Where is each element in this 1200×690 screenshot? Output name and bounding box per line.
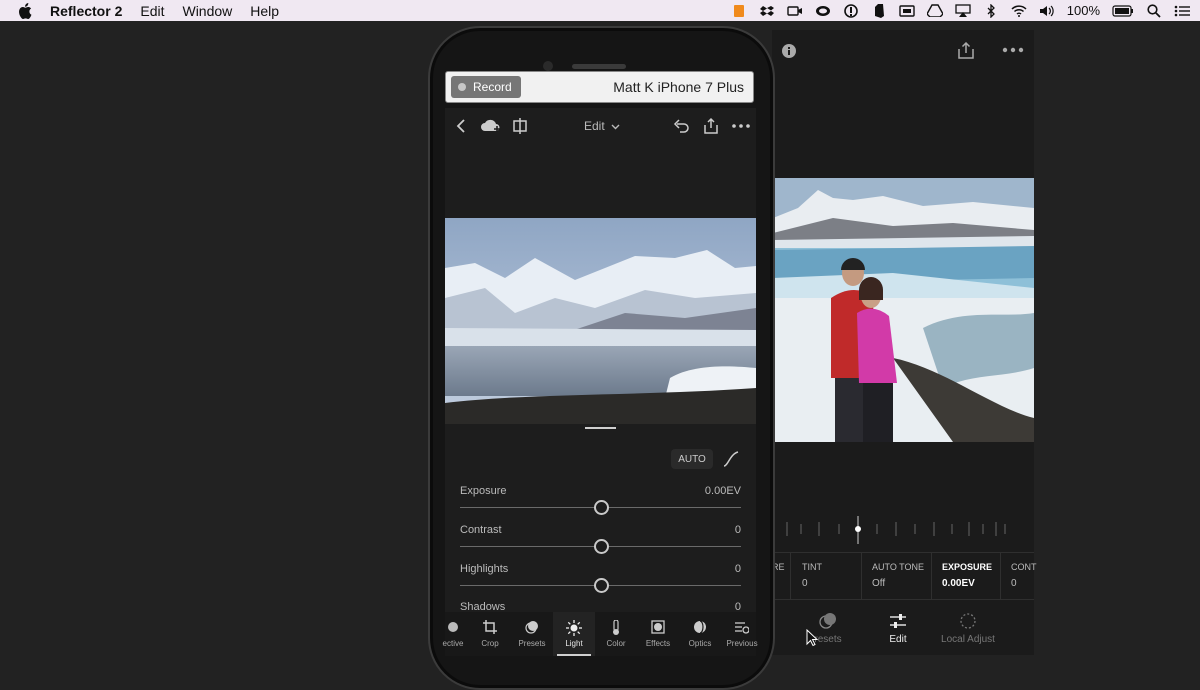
menu-bar: Reflector 2 Edit Window Help 100% <box>0 0 1200 21</box>
exposure-value: 0.00EV <box>704 485 741 497</box>
tab-light[interactable]: Light <box>553 612 595 656</box>
battery-icon[interactable] <box>1112 4 1134 18</box>
tab-edit[interactable]: Edit <box>863 612 933 645</box>
crop-icon <box>483 620 497 634</box>
record-button[interactable]: Record <box>451 76 521 98</box>
glacier-photo <box>773 178 1034 442</box>
tab-presets[interactable]: Presets <box>511 612 553 656</box>
exposure-knob[interactable] <box>593 500 609 515</box>
tab-effects[interactable]: Effects <box>637 612 679 656</box>
info-icon[interactable] <box>781 43 797 59</box>
tone-curve-icon[interactable] <box>722 450 740 468</box>
edit-mode-label: Edit <box>584 119 605 133</box>
highlights-value: 0 <box>734 563 741 575</box>
undo-icon[interactable] <box>672 117 690 135</box>
dropbox-icon[interactable] <box>759 4 775 18</box>
param-auto-tone[interactable]: AUTO TONE Off <box>862 553 932 599</box>
share-icon[interactable] <box>702 117 720 135</box>
reflector-status-icon[interactable] <box>731 4 747 18</box>
scrubber-knob <box>855 526 861 532</box>
info-circle-icon[interactable] <box>843 3 859 18</box>
airplay-icon[interactable] <box>955 4 971 18</box>
earpiece <box>572 64 626 69</box>
light-icon <box>566 620 582 636</box>
previous-icon <box>735 622 749 634</box>
auto-button[interactable]: AUTO <box>671 449 713 469</box>
status-tray: 100% <box>731 0 1190 21</box>
menu-window[interactable]: Window <box>182 3 232 19</box>
back-chevron-icon[interactable] <box>453 117 471 135</box>
evernote-icon[interactable] <box>871 3 887 18</box>
more-icon[interactable] <box>1002 47 1024 53</box>
exposure-scrubber[interactable] <box>784 516 1014 544</box>
presets-icon <box>525 621 538 634</box>
more-icon[interactable] <box>731 117 751 135</box>
spotlight-search-icon[interactable] <box>1146 3 1162 18</box>
chevron-down-icon <box>611 124 620 130</box>
video-camera-icon[interactable] <box>787 4 803 18</box>
exposure-label: Exposure <box>460 485 507 497</box>
apple-icon[interactable] <box>18 2 32 19</box>
tab-color[interactable]: Color <box>595 612 637 656</box>
mouse-cursor-icon <box>806 629 818 647</box>
contrast-value: 0 <box>734 524 741 536</box>
phone-bottom-tabbar: ective Crop Presets Light Color Effects … <box>443 612 758 656</box>
tab-local-adjust[interactable]: Local Adjust <box>933 612 1003 645</box>
record-label: Record <box>473 80 512 94</box>
panel-drag-handle[interactable] <box>585 427 616 429</box>
param-tint[interactable]: TINT 0 <box>792 553 862 599</box>
highlights-slider[interactable]: Highlights 0 <box>460 563 741 595</box>
presets-icon <box>819 613 836 629</box>
effects-icon <box>651 620 665 634</box>
edit-mode-dropdown[interactable]: Edit <box>584 119 620 133</box>
menu-edit[interactable]: Edit <box>140 3 164 19</box>
tab-optics[interactable]: Optics <box>679 612 721 656</box>
selective-icon <box>448 622 458 632</box>
compare-icon[interactable] <box>511 117 529 135</box>
contrast-knob[interactable] <box>593 539 609 554</box>
local-adjust-icon <box>960 613 976 629</box>
tab-edit-label: Edit <box>889 634 907 645</box>
volume-icon[interactable] <box>1039 4 1055 18</box>
highlights-knob[interactable] <box>593 578 609 593</box>
menu-help[interactable]: Help <box>250 3 279 19</box>
param-exposure[interactable]: EXPOSURE 0.00EV <box>932 553 1001 599</box>
share-icon[interactable] <box>957 42 975 59</box>
tab-selective[interactable]: ective <box>432 612 474 656</box>
device-name: Matt K iPhone 7 Plus <box>613 79 744 95</box>
reflector-record-bar: Record Matt K iPhone 7 Plus <box>445 71 754 103</box>
tab-presets[interactable]: resets <box>793 612 863 645</box>
google-drive-icon[interactable] <box>926 4 943 18</box>
adjustment-param-strip: RE TINT 0 AUTO TONE Off EXPOSURE 0.00EV … <box>772 552 1037 600</box>
contrast-label: Contrast <box>460 524 502 536</box>
tab-local-adjust-label: Local Adjust <box>941 634 995 645</box>
bluetooth-icon[interactable] <box>983 3 999 18</box>
phone-top-toolbar: Edit <box>445 108 756 144</box>
sliders-icon <box>890 614 906 628</box>
display-icon[interactable] <box>899 4 915 18</box>
app-menu[interactable]: Reflector 2 <box>50 3 122 19</box>
battery-percent: 100% <box>1066 3 1100 18</box>
front-camera <box>543 61 553 71</box>
highlights-label: Highlights <box>460 563 509 575</box>
color-icon <box>613 620 619 635</box>
optics-icon <box>694 620 706 634</box>
tab-previous[interactable]: Previous <box>721 612 763 656</box>
landscape-photo <box>445 218 756 424</box>
tab-presets-label: resets <box>814 634 842 645</box>
param-contrast[interactable]: CONT 0 <box>1001 553 1037 599</box>
notification-center-icon[interactable] <box>1174 4 1190 18</box>
record-dot-icon <box>458 83 466 91</box>
creative-cloud-icon[interactable] <box>815 4 831 18</box>
contrast-slider[interactable]: Contrast 0 <box>460 524 741 556</box>
exposure-slider[interactable]: Exposure 0.00EV <box>460 485 741 517</box>
cloud-sync-icon[interactable] <box>480 117 502 135</box>
tab-crop[interactable]: Crop <box>469 612 511 656</box>
wifi-icon[interactable] <box>1011 4 1027 18</box>
